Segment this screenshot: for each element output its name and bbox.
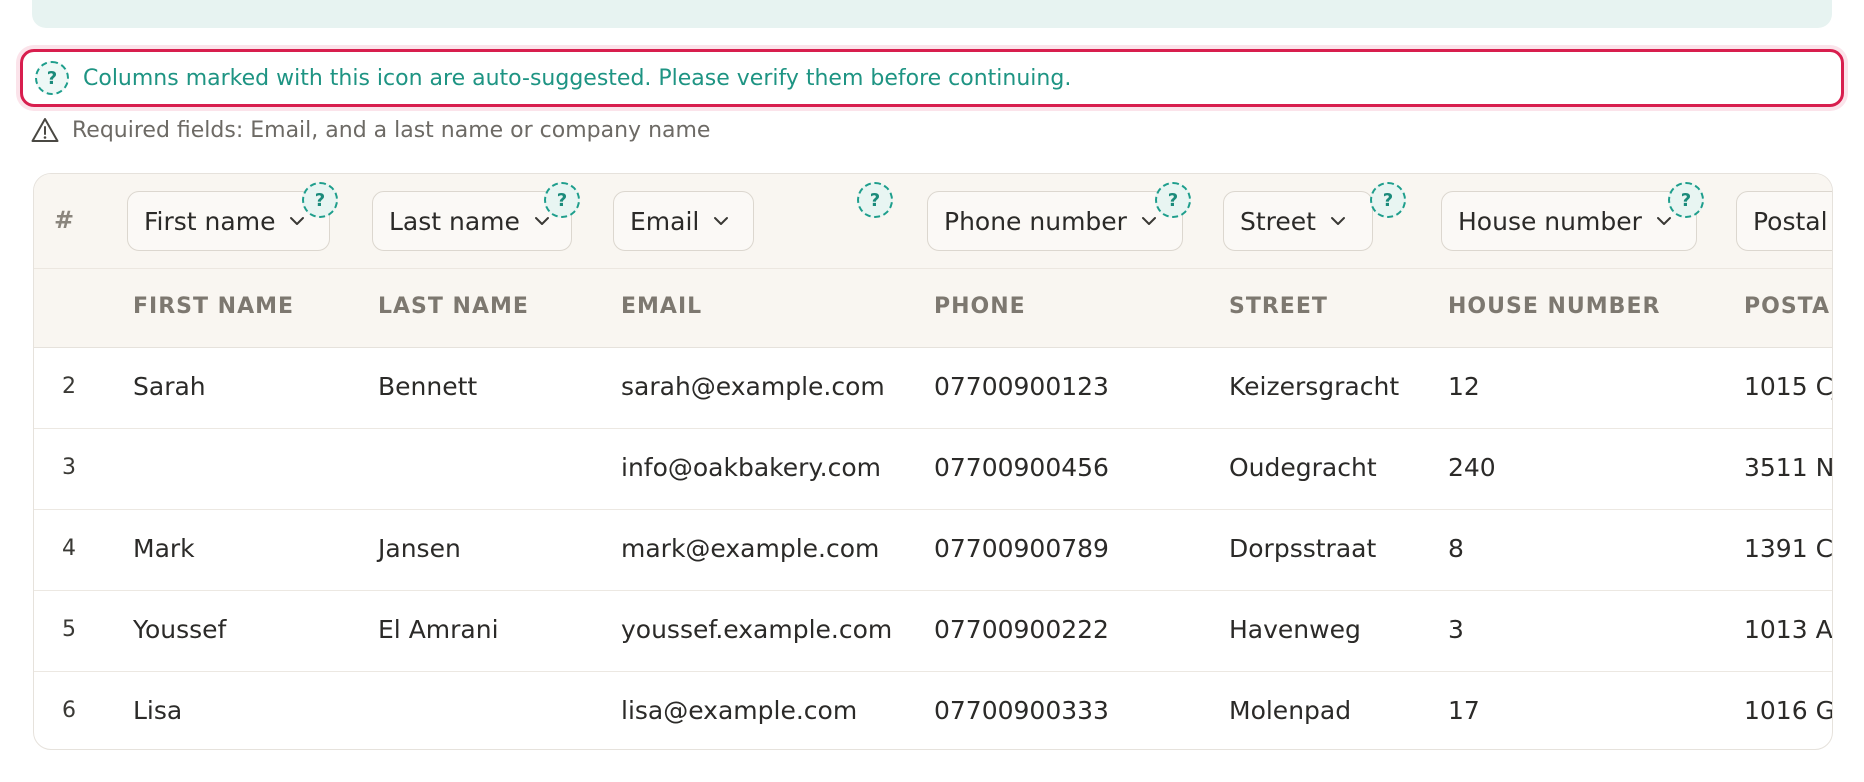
table-row: 4 Mark Jansen mark@example.com 077009007… [34, 510, 1832, 591]
cell-postal: 3511 NP [1744, 453, 1833, 482]
select-label: Street [1240, 206, 1316, 236]
header-email: EMAIL [621, 294, 703, 319]
required-fields-note: Required fields: Email, and a last name … [30, 115, 710, 145]
mapping-select-postal[interactable]: Postal [1736, 191, 1832, 251]
chevron-down-icon [1656, 217, 1671, 225]
auto-suggested-badge-icon: ? [1155, 182, 1191, 218]
cell-email: sarah@example.com [621, 372, 885, 401]
chevron-down-icon [290, 217, 305, 225]
select-label: Postal [1753, 206, 1828, 236]
cell-last-name: Jansen [378, 534, 461, 563]
auto-suggest-hint: ? Columns marked with this icon are auto… [20, 49, 1844, 107]
chevron-down-icon [1330, 217, 1345, 225]
top-banner [32, 0, 1832, 28]
cell-email: youssef.example.com [621, 615, 893, 644]
select-label: House number [1458, 206, 1642, 236]
cell-house-number: 8 [1448, 534, 1464, 563]
cell-street: Oudegracht [1229, 453, 1377, 482]
row-number: 4 [62, 536, 76, 561]
auto-suggested-badge-icon: ? [302, 182, 338, 218]
cell-first-name: Lisa [133, 696, 183, 725]
table-row: 2 Sarah Bennett sarah@example.com 077009… [34, 348, 1832, 429]
mapping-select-last-name[interactable]: Last name [372, 191, 572, 251]
auto-suggested-badge-icon: ? [1668, 182, 1704, 218]
header-street: STREET [1229, 294, 1328, 319]
cell-last-name: Bennett [378, 372, 478, 401]
mapping-select-house-number[interactable]: House number [1441, 191, 1697, 251]
header-postal: POSTAL [1744, 294, 1832, 319]
cell-first-name: Youssef [133, 615, 227, 644]
cell-postal: 1015 CJ [1744, 372, 1833, 401]
question-dashed-icon: ? [35, 61, 69, 95]
cell-phone: 07700900333 [934, 696, 1109, 725]
row-number: 2 [62, 374, 76, 399]
cell-street: Dorpsstraat [1229, 534, 1377, 563]
cell-house-number: 3 [1448, 615, 1464, 644]
row-number: 5 [62, 617, 76, 642]
warning-triangle-icon [31, 118, 59, 142]
cell-phone: 07700900789 [934, 534, 1109, 563]
hint-text: Columns marked with this icon are auto-s… [83, 65, 1072, 91]
cell-house-number: 12 [1448, 372, 1480, 401]
cell-first-name: Mark [133, 534, 195, 563]
required-fields-text: Required fields: Email, and a last name … [72, 117, 711, 143]
select-label: Last name [389, 206, 520, 236]
cell-email: lisa@example.com [621, 696, 858, 725]
cell-phone: 07700900123 [934, 372, 1109, 401]
select-label: First name [144, 206, 276, 236]
auto-suggested-badge-icon: ? [544, 182, 580, 218]
cell-email: info@oakbakery.com [621, 453, 881, 482]
header-first-name: FIRST NAME [133, 294, 295, 319]
table-row: 3 info@oakbakery.com 07700900456 Oudegra… [34, 429, 1832, 510]
header-last-name: LAST NAME [378, 294, 529, 319]
cell-postal: 1391 CA [1744, 534, 1833, 563]
row-number: 3 [62, 455, 76, 480]
cell-email: mark@example.com [621, 534, 880, 563]
select-label: Phone number [944, 206, 1127, 236]
row-number-header: # [54, 206, 75, 234]
cell-postal: 1016 GN [1744, 696, 1832, 725]
column-mapping-row: # First name ? Last name ? Email ? Phone… [34, 174, 1832, 269]
mapping-select-email[interactable]: Email [613, 191, 754, 251]
cell-phone: 07700900456 [934, 453, 1109, 482]
mapping-select-street[interactable]: Street [1223, 191, 1373, 251]
mapping-select-first-name[interactable]: First name [127, 191, 330, 251]
select-label: Email [630, 206, 700, 236]
cell-postal: 1013 AA [1744, 615, 1833, 644]
auto-suggested-badge-icon: ? [1370, 182, 1406, 218]
cell-last-name: El Amrani [378, 615, 499, 644]
chevron-down-icon [714, 217, 729, 225]
auto-suggested-badge-icon: ? [857, 182, 893, 218]
mapping-select-phone-number[interactable]: Phone number [927, 191, 1183, 251]
table-row: 6 Lisa lisa@example.com 07700900333 Mole… [34, 672, 1832, 749]
table-row: 5 Youssef El Amrani youssef.example.com … [34, 591, 1832, 672]
import-table: # First name ? Last name ? Email ? Phone… [33, 173, 1833, 750]
header-phone: PHONE [934, 294, 1026, 319]
cell-first-name: Sarah [133, 372, 206, 401]
chevron-down-icon [534, 217, 549, 225]
cell-street: Havenweg [1229, 615, 1361, 644]
cell-house-number: 240 [1448, 453, 1496, 482]
row-number: 6 [62, 698, 76, 723]
cell-phone: 07700900222 [934, 615, 1109, 644]
table-header-row: FIRST NAME LAST NAME EMAIL PHONE STREET … [34, 269, 1832, 348]
cell-house-number: 17 [1448, 696, 1480, 725]
header-house-number: HOUSE NUMBER [1448, 294, 1661, 319]
cell-street: Molenpad [1229, 696, 1352, 725]
chevron-down-icon [1141, 217, 1156, 225]
cell-street: Keizersgracht [1229, 372, 1400, 401]
